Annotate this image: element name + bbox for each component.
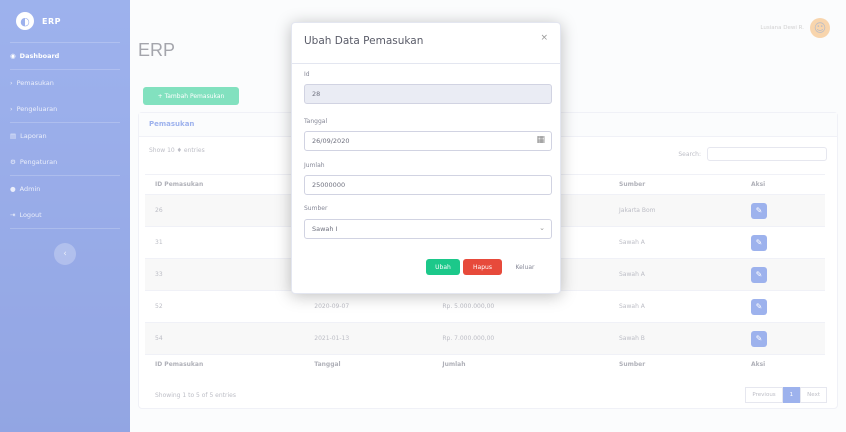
sumber-select[interactable]: Sawah I ⌄ (304, 219, 552, 239)
close-icon[interactable]: × (540, 33, 548, 43)
calendar-icon[interactable]: ▦ (536, 135, 545, 145)
tanggal-label: Tanggal (304, 118, 328, 125)
id-field[interactable]: 28 (304, 84, 552, 104)
chevron-down-icon: ⌄ (539, 224, 545, 232)
modal-title: Ubah Data Pemasukan (304, 35, 424, 47)
sumber-value: Sawah I (312, 225, 338, 233)
id-label: Id (304, 71, 310, 78)
jumlah-field[interactable]: 25000000 (304, 175, 552, 195)
modal-divider (292, 63, 560, 64)
delete-button[interactable]: Hapus (463, 259, 502, 275)
edit-income-modal: Ubah Data Pemasukan × Id 28 Tanggal 26/0… (291, 22, 561, 294)
update-button[interactable]: Ubah (426, 259, 460, 275)
tanggal-field[interactable]: 26/09/2020 ▦ (304, 131, 552, 151)
sumber-label: Sumber (304, 205, 328, 212)
close-button[interactable]: Keluar (506, 259, 544, 275)
jumlah-label: Jumlah (304, 162, 325, 169)
tanggal-value: 26/09/2020 (312, 137, 350, 145)
